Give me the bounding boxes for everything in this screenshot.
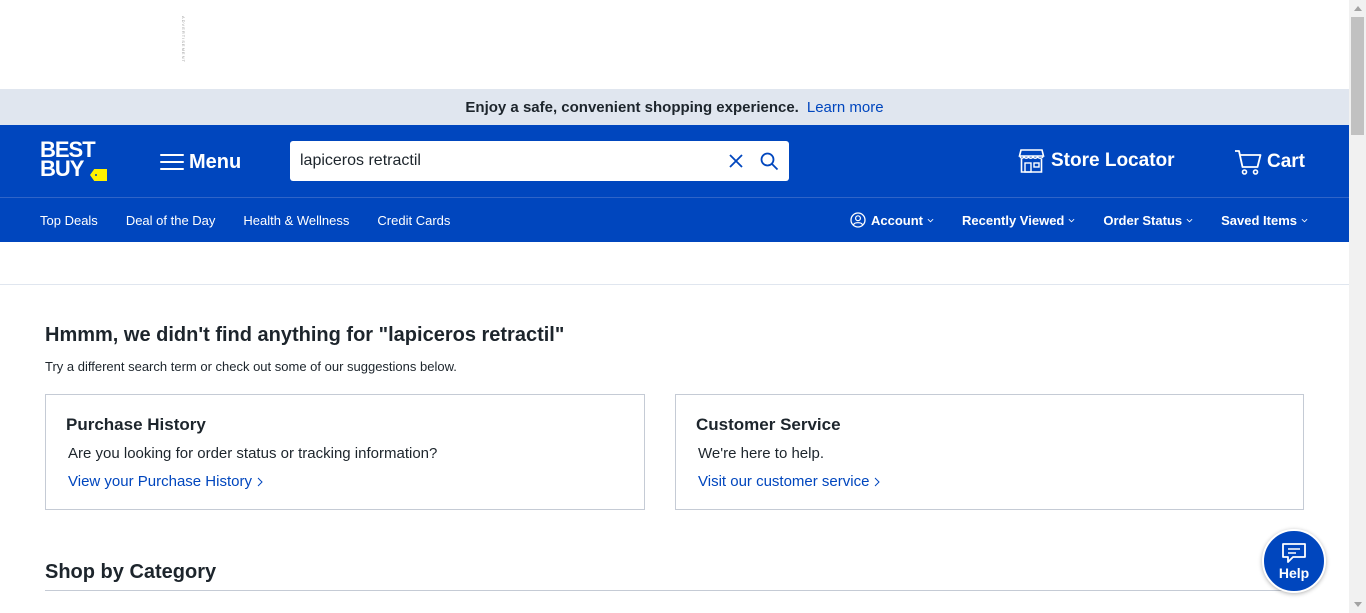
view-purchase-history-link[interactable]: View your Purchase History [68,473,263,490]
store-icon [1018,149,1045,173]
search-bar [290,141,789,181]
store-locator-button[interactable]: Store Locator [1018,147,1175,175]
promo-text: Enjoy a safe, convenient shopping experi… [465,98,799,116]
no-results-subtitle: Try a different search term or check out… [45,359,457,374]
advertisement-label: ADVERTISEMENT [181,16,186,63]
account-icon [850,212,866,228]
credit-cards-link[interactable]: Credit Cards [377,213,450,228]
scrollbar-thumb[interactable] [1351,17,1364,135]
chevron-down-icon [1301,218,1308,222]
cart-button[interactable]: Cart [1234,147,1305,177]
menu-button[interactable]: Menu [160,149,241,175]
close-icon [729,154,743,168]
subnav-account-menus: Account Recently Viewed Order Status Sav… [822,198,1308,242]
purchase-history-card: Purchase History Are you looking for ord… [45,394,645,510]
page: ADVERTISEMENT Enjoy a safe, convenient s… [0,0,1349,613]
site-header: BEST BUY Menu lapiceros retractil Store … [0,125,1349,242]
scroll-up-arrow-icon[interactable] [1349,0,1366,17]
account-label: Account [871,212,923,228]
chevron-right-icon [257,477,263,486]
no-results-title: Hmmm, we didn't find anything for "lapic… [45,324,565,346]
chevron-down-icon [1186,218,1193,222]
cart-icon [1235,150,1262,175]
content-separator [0,284,1349,285]
best-buy-logo[interactable]: BEST BUY [40,139,108,182]
visit-customer-service-link[interactable]: Visit our customer service [698,473,881,490]
subnav-links: Top Deals Deal of the Day Health & Welln… [40,198,478,242]
card-text: We're here to help. [698,445,824,462]
scroll-down-arrow-icon[interactable] [1349,596,1366,613]
help-chat-button[interactable]: Help [1262,529,1326,593]
vertical-scrollbar[interactable] [1349,0,1366,613]
advertisement-area: ADVERTISEMENT [0,0,1349,89]
saved-items-label: Saved Items [1221,212,1297,228]
shop-by-category-heading: Shop by Category [45,561,217,583]
chevron-down-icon [1068,218,1075,222]
search-icon [760,152,778,170]
learn-more-link[interactable]: Learn more [807,99,884,116]
saved-items-menu[interactable]: Saved Items [1221,213,1308,228]
chat-bubble-icon [1282,542,1306,563]
card-text: Are you looking for order status or trac… [68,445,438,462]
card-title: Customer Service [696,415,841,434]
category-divider [45,590,1304,591]
card-title: Purchase History [66,415,206,434]
link-label: View your Purchase History [68,473,252,490]
help-label: Help [1278,564,1310,581]
top-deals-link[interactable]: Top Deals [40,213,98,228]
link-label: Visit our customer service [698,473,870,490]
deal-of-the-day-link[interactable]: Deal of the Day [126,213,216,228]
health-wellness-link[interactable]: Health & Wellness [243,213,349,228]
menu-label: Menu [189,150,242,173]
customer-service-card: Customer Service We're here to help. Vis… [675,394,1304,510]
store-locator-label: Store Locator [1051,150,1175,171]
cart-label: Cart [1267,151,1306,172]
order-status-menu[interactable]: Order Status [1103,213,1193,228]
sub-navigation: Top Deals Deal of the Day Health & Welln… [0,198,1349,242]
chevron-down-icon [927,218,934,222]
order-status-label: Order Status [1103,212,1183,228]
hamburger-icon [160,153,184,171]
recently-viewed-menu[interactable]: Recently Viewed [962,213,1075,228]
chevron-right-icon [875,477,881,486]
recently-viewed-label: Recently Viewed [962,212,1065,228]
account-menu[interactable]: Account [850,212,934,228]
clear-search-button[interactable] [721,146,751,176]
search-button[interactable] [751,146,787,176]
header-top: BEST BUY Menu lapiceros retractil Store … [0,125,1349,197]
search-input[interactable] [290,141,721,181]
promo-banner: Enjoy a safe, convenient shopping experi… [0,89,1349,125]
